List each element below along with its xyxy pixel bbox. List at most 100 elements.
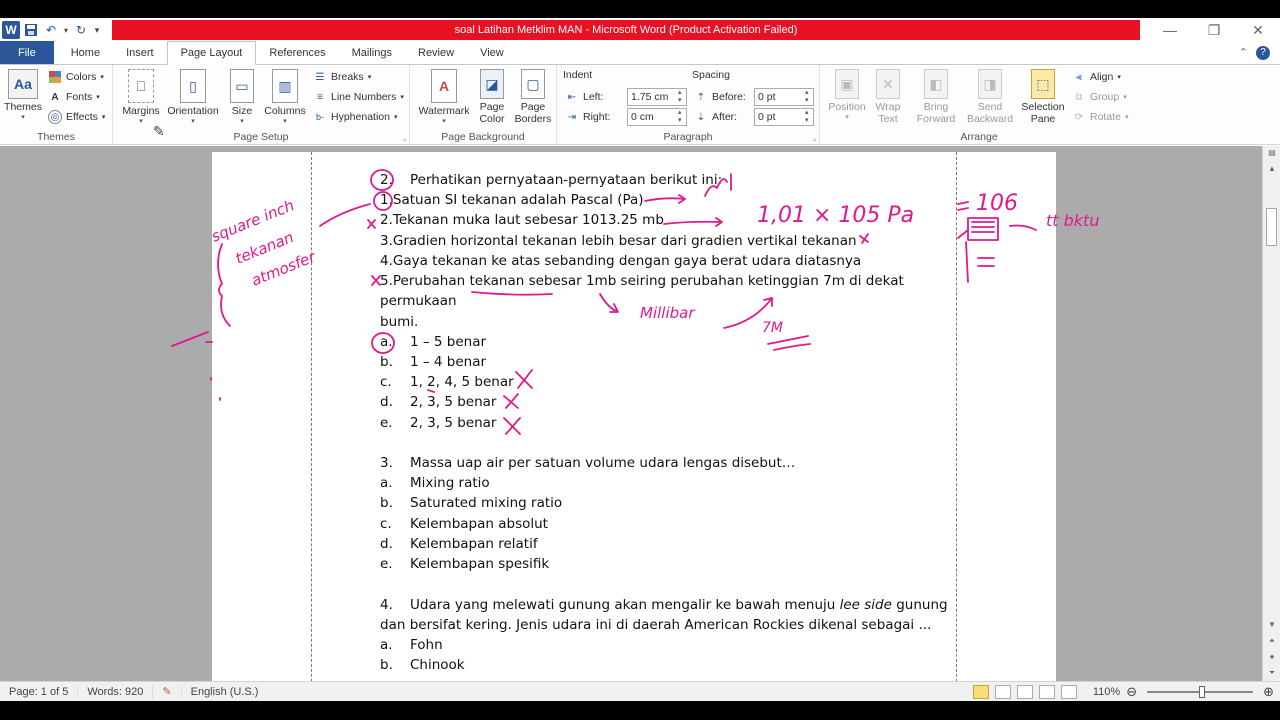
zoom-level[interactable]: 110% — [1093, 686, 1120, 698]
redo-icon[interactable]: ↻ — [72, 21, 90, 39]
tab-view[interactable]: View — [467, 41, 517, 64]
zoom-slider[interactable] — [1147, 685, 1254, 698]
save-icon[interactable] — [22, 21, 40, 39]
group-page-setup: ⎕ Margins ▾ ▯ Orientation ▾ ▭ Size ▾ ▥ C… — [113, 65, 410, 145]
restore-icon[interactable]: ❐ — [1192, 18, 1236, 42]
paragraph-launcher-icon[interactable]: ⌟ — [813, 134, 816, 142]
minimize-icon[interactable]: — — [1148, 18, 1192, 42]
document-area[interactable]: 2. Perhatikan pernyataan-pernyataan berik… — [0, 146, 1262, 681]
colors-button[interactable]: Colors ▾ — [48, 68, 104, 86]
fonts-button[interactable]: A Fonts ▾ — [48, 88, 100, 106]
breaks-icon: ☰ — [315, 71, 325, 83]
fonts-dropdown-icon: ▾ — [96, 94, 100, 101]
margins-button[interactable]: ⎕ Margins ▾ — [119, 69, 163, 125]
document-page[interactable]: 2. Perhatikan pernyataan-pernyataan berik… — [212, 152, 1056, 681]
send-backward-button[interactable]: ◨ Send Backward — [962, 69, 1018, 125]
group-button[interactable]: ⧉ Group ▾ — [1072, 88, 1126, 106]
undo-dropdown-icon[interactable]: ▾ — [62, 21, 70, 39]
select-browse-object-icon[interactable]: ● — [1263, 650, 1280, 664]
tab-references[interactable]: References — [256, 41, 338, 64]
indent-left-input[interactable]: 1.75 cm — [627, 88, 687, 106]
selection-pane-icon: ⬚ — [1031, 69, 1055, 99]
option-text: Fohn — [410, 637, 443, 653]
zoom-slider-knob[interactable] — [1199, 685, 1206, 698]
q4-option-a: a. Fohn — [380, 635, 443, 655]
question-4-number: 4. — [380, 597, 393, 613]
tab-file[interactable]: File — [0, 41, 54, 64]
web-layout-view-icon[interactable] — [1016, 684, 1033, 699]
zoom-out-icon[interactable]: ⊖ — [1126, 684, 1137, 700]
indent-right-input[interactable]: 0 cm — [627, 108, 687, 126]
bring-forward-button[interactable]: ◧ Bring Forward — [910, 69, 962, 125]
hyphenation-button[interactable]: b- Hyphenation ▾ — [313, 108, 398, 126]
minimize-ribbon-icon[interactable]: ⌃ — [1239, 46, 1248, 59]
group-label-arrange: Arrange — [960, 131, 998, 143]
size-button[interactable]: ▭ Size ▾ — [226, 69, 258, 125]
scroll-down-icon[interactable]: ▼ — [1263, 618, 1280, 632]
tab-home[interactable]: Home — [58, 41, 113, 64]
page-setup-launcher-icon[interactable]: ⌟ — [403, 134, 406, 142]
option-label: b. — [380, 495, 393, 511]
word-app-icon[interactable]: W — [2, 21, 20, 39]
option-text: 1 – 4 benar — [410, 354, 487, 370]
selection-pane-label-2: Pane — [1030, 113, 1056, 125]
full-screen-reading-view-icon[interactable] — [994, 684, 1011, 699]
page-count[interactable]: Page: 1 of 5 — [0, 684, 79, 699]
tab-mailings[interactable]: Mailings — [339, 41, 405, 64]
question-4-line-2: dan bersifat kering. Jenis udara ini di … — [380, 617, 932, 633]
margins-icon: ⎕ — [128, 69, 154, 103]
option-text: Kelembapan spesifik — [410, 556, 550, 572]
breaks-button[interactable]: ☰ Breaks ▾ — [313, 68, 372, 86]
indent-left-row: ⇤ Left: 1.75 cm — [565, 88, 687, 106]
proofing-icon[interactable]: ✎ — [153, 684, 182, 699]
position-button[interactable]: ▣ Position ▾ — [824, 69, 870, 121]
outline-view-icon[interactable] — [1038, 684, 1055, 699]
page-borders-button[interactable]: ▢ Page Borders — [512, 69, 554, 125]
tab-review[interactable]: Review — [405, 41, 467, 64]
option-label: e. — [380, 556, 393, 572]
line-numbers-button[interactable]: ≡ Line Numbers ▾ — [313, 88, 404, 106]
selection-pane-button[interactable]: ⬚ Selection Pane — [1018, 69, 1068, 125]
print-layout-view-icon[interactable] — [972, 684, 989, 699]
draft-view-icon[interactable] — [1060, 684, 1077, 699]
watermark-dropdown-icon: ▾ — [442, 118, 446, 125]
spacing-before-input[interactable]: 0 pt — [754, 88, 814, 106]
statement-2: 2.Tekanan muka laut sebesar 1013.25 mb — [380, 212, 664, 228]
themes-label: Themes — [4, 101, 42, 113]
wrap-text-button[interactable]: ✕ Wrap Text — [870, 69, 906, 125]
spacing-after-input[interactable]: 0 pt — [754, 108, 814, 126]
word-count[interactable]: Words: 920 — [78, 684, 154, 699]
page-borders-label-2: Borders — [514, 113, 552, 125]
option-label: c. — [380, 374, 392, 390]
next-page-icon[interactable]: ⏷ — [1263, 666, 1280, 680]
close-icon[interactable]: ✕ — [1236, 18, 1280, 42]
previous-page-icon[interactable]: ⏶ — [1263, 634, 1280, 648]
page-color-button[interactable]: ◪ Page Color — [474, 69, 510, 125]
undo-icon[interactable]: ↶ — [42, 21, 60, 39]
ruler-toggle-icon[interactable]: ▤ — [1263, 146, 1280, 160]
themes-button[interactable]: Aa Themes ▾ — [4, 69, 42, 121]
watermark-button[interactable]: A Watermark ▾ — [416, 69, 472, 125]
customize-qat-icon[interactable]: ▾ — [92, 21, 102, 39]
indent-title: Indent — [563, 69, 593, 81]
scroll-up-icon[interactable]: ▲ — [1263, 162, 1280, 176]
columns-button[interactable]: ▥ Columns ▾ — [262, 69, 308, 125]
colors-dropdown-icon: ▾ — [100, 74, 104, 81]
help-icon[interactable]: ? — [1256, 45, 1270, 60]
spacing-after-row: ⇣ After: 0 pt — [694, 108, 814, 126]
tab-page-layout[interactable]: Page Layout — [166, 41, 257, 65]
rotate-button[interactable]: ⟳ Rotate ▾ — [1072, 108, 1129, 126]
tab-insert[interactable]: Insert — [113, 41, 167, 64]
language[interactable]: English (U.S.) — [182, 685, 268, 699]
orientation-button[interactable]: ▯ Orientation ▾ — [164, 69, 222, 125]
align-button[interactable]: ⫷ Align ▾ — [1072, 68, 1121, 86]
option-label: e. — [380, 415, 393, 431]
zoom-in-icon[interactable]: ⊕ — [1263, 684, 1274, 700]
scroll-thumb[interactable] — [1266, 208, 1277, 246]
vertical-scrollbar[interactable]: ▤ ▲ ▼ ⏶ ● ⏷ — [1262, 146, 1280, 681]
page-borders-icon: ▢ — [521, 69, 545, 99]
group-paragraph: Indent ⇤ Left: 1.75 cm ⇥ Right: 0 cm Spa… — [557, 65, 820, 145]
question-3-text: Massa uap air per satuan volume udara le… — [410, 455, 796, 471]
effects-button[interactable]: ◎ Effects ▾ — [48, 108, 105, 126]
q3-option-d: d. Kelembapan relatif — [380, 534, 538, 554]
